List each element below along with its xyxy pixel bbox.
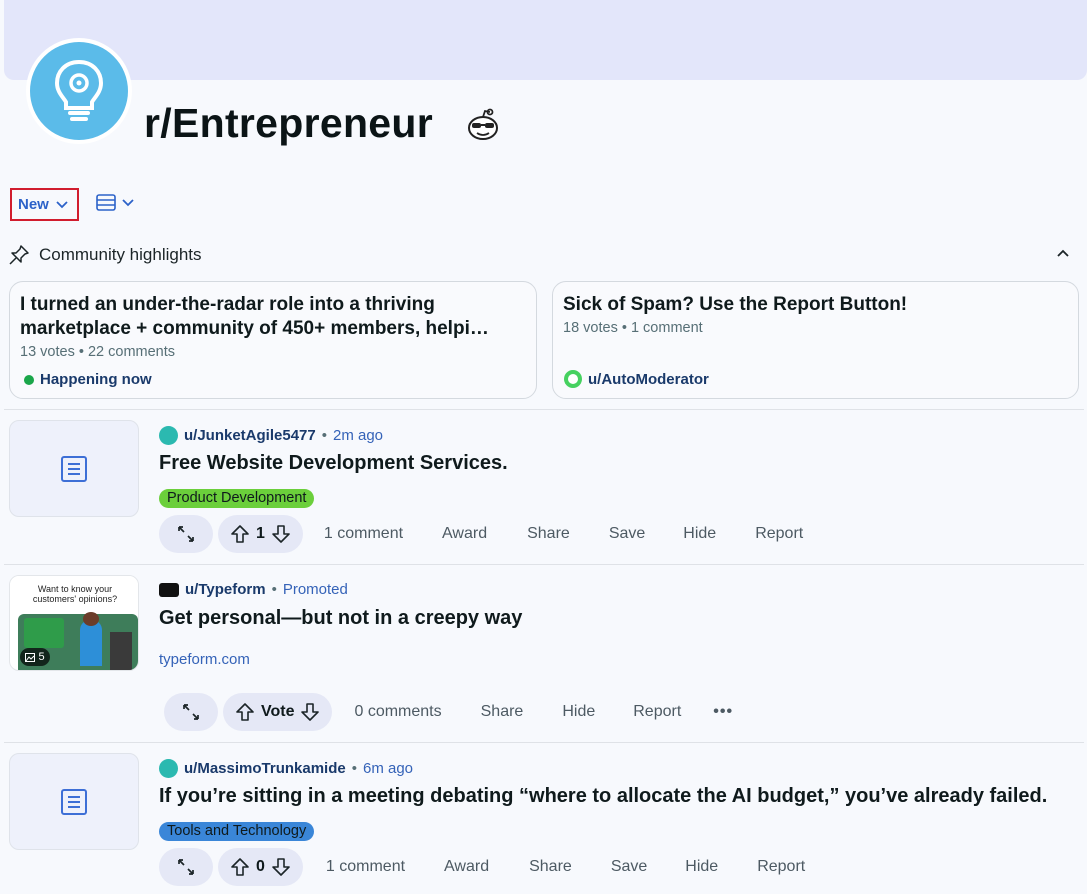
- post-author-row: u/Typeform • Promoted: [159, 581, 348, 598]
- post-author-row: u/MassimoTrunkamide • 6m ago: [159, 759, 413, 778]
- divider: [4, 409, 1084, 410]
- expand-button[interactable]: [164, 693, 218, 731]
- expand-icon: [178, 526, 194, 542]
- divider: [4, 742, 1084, 743]
- post-title[interactable]: Free Website Development Services.: [159, 452, 508, 475]
- highlight-title: Sick of Spam? Use the Report Button!: [563, 294, 908, 315]
- chevron-up-icon[interactable]: [1056, 249, 1070, 258]
- gallery-icon: [25, 652, 36, 662]
- highlight-card[interactable]: I turned an under-the-radar role into a …: [9, 281, 537, 399]
- upvote-icon[interactable]: [230, 857, 250, 877]
- chevron-down-icon: [56, 200, 68, 208]
- community-title: r/Entrepreneur: [144, 100, 433, 146]
- post-actions: 1 1 comment Award Share Save Hide Report: [159, 515, 803, 553]
- more-options-icon[interactable]: •••: [713, 703, 733, 721]
- sort-dropdown-button[interactable]: New: [10, 188, 79, 221]
- vote-control: 1: [218, 515, 303, 553]
- save-button[interactable]: Save: [611, 858, 647, 876]
- vote-score: 0: [256, 858, 265, 875]
- ad-thumbnail[interactable]: Want to know your customers' opinions? 5: [9, 575, 139, 671]
- highlights-title: Community highlights: [39, 245, 202, 264]
- post-author[interactable]: u/Typeform: [185, 581, 266, 598]
- post-title[interactable]: If you’re sitting in a meeting debating …: [159, 785, 1047, 808]
- comments-button[interactable]: 1 comment: [324, 525, 403, 543]
- award-button[interactable]: Award: [442, 525, 487, 543]
- post-time: 2m ago: [332, 427, 384, 444]
- vote-control: Vote: [223, 693, 333, 731]
- post-actions: Vote 0 comments Share Hide Report •••: [164, 693, 733, 731]
- ad-thumb-caption: Want to know your customers' opinions?: [10, 576, 138, 616]
- hide-button[interactable]: Hide: [685, 858, 718, 876]
- post-author[interactable]: u/JunketAgile5477: [184, 427, 316, 444]
- upvote-icon[interactable]: [235, 702, 255, 722]
- divider: [4, 564, 1084, 565]
- text-post-icon: [61, 788, 87, 815]
- post-author-row: u/JunketAgile5477 • 2m ago: [159, 426, 383, 445]
- downvote-icon[interactable]: [271, 524, 291, 544]
- expand-button[interactable]: [159, 515, 213, 553]
- hide-button[interactable]: Hide: [562, 703, 595, 721]
- post-time: 6m ago: [362, 760, 414, 777]
- downvote-icon[interactable]: [271, 857, 291, 877]
- ad-domain-link[interactable]: typeform.com: [159, 651, 250, 668]
- report-button[interactable]: Report: [755, 525, 803, 543]
- expand-icon: [183, 704, 199, 720]
- vote-control: 0: [218, 848, 303, 886]
- chevron-down-icon: [122, 198, 134, 206]
- user-avatar[interactable]: [159, 759, 178, 778]
- advertiser-logo[interactable]: [159, 582, 179, 597]
- text-post-icon: [61, 455, 87, 482]
- vote-label: Vote: [261, 703, 295, 720]
- report-button[interactable]: Report: [633, 703, 681, 721]
- text-post-thumbnail[interactable]: [9, 420, 139, 517]
- promoted-label: Promoted: [282, 581, 348, 598]
- post-actions: 0 1 comment Award Share Save Hide Report: [159, 848, 805, 886]
- live-dot-icon: [24, 374, 34, 385]
- card-view-icon: [96, 194, 116, 211]
- highlight-footer: Happening now: [24, 371, 152, 388]
- moderator-avatar-icon: [564, 370, 582, 388]
- lightbulb-icon: [54, 59, 104, 121]
- highlight-title: I turned an under-the-radar role into a …: [20, 294, 489, 339]
- view-layout-button[interactable]: [96, 194, 134, 211]
- vote-score: 1: [256, 525, 265, 542]
- upvote-icon[interactable]: [230, 524, 250, 544]
- snoo-mascot-icon: [468, 108, 498, 140]
- share-button[interactable]: Share: [529, 858, 572, 876]
- share-button[interactable]: Share: [527, 525, 570, 543]
- highlight-footer[interactable]: u/AutoModerator: [564, 370, 709, 388]
- user-avatar[interactable]: [159, 426, 178, 445]
- community-highlights-header: Community highlights: [9, 245, 202, 265]
- gallery-count-badge: 5: [20, 648, 50, 666]
- comments-button[interactable]: 0 comments: [354, 703, 441, 721]
- share-button[interactable]: Share: [481, 703, 524, 721]
- report-button[interactable]: Report: [757, 858, 805, 876]
- hide-button[interactable]: Hide: [683, 525, 716, 543]
- comments-button[interactable]: 1 comment: [326, 858, 405, 876]
- highlight-meta: 13 votes • 22 comments: [20, 344, 176, 360]
- community-banner: [4, 0, 1087, 80]
- downvote-icon[interactable]: [300, 702, 320, 722]
- post-flair[interactable]: Tools and Technology: [159, 822, 315, 841]
- text-post-thumbnail[interactable]: [9, 753, 139, 850]
- post-title[interactable]: Get personal—but not in a creepy way: [159, 607, 522, 630]
- highlight-meta: 18 votes • 1 comment: [563, 320, 703, 336]
- pin-icon: [9, 245, 29, 265]
- community-avatar: [26, 38, 132, 144]
- save-button[interactable]: Save: [609, 525, 645, 543]
- post-author[interactable]: u/MassimoTrunkamide: [184, 760, 346, 777]
- post-flair[interactable]: Product Development: [159, 489, 315, 508]
- sort-label: New: [18, 196, 49, 213]
- award-button[interactable]: Award: [444, 858, 489, 876]
- expand-icon: [178, 859, 194, 875]
- expand-button[interactable]: [159, 848, 213, 886]
- highlight-card[interactable]: Sick of Spam? Use the Report Button! 18 …: [552, 281, 1079, 399]
